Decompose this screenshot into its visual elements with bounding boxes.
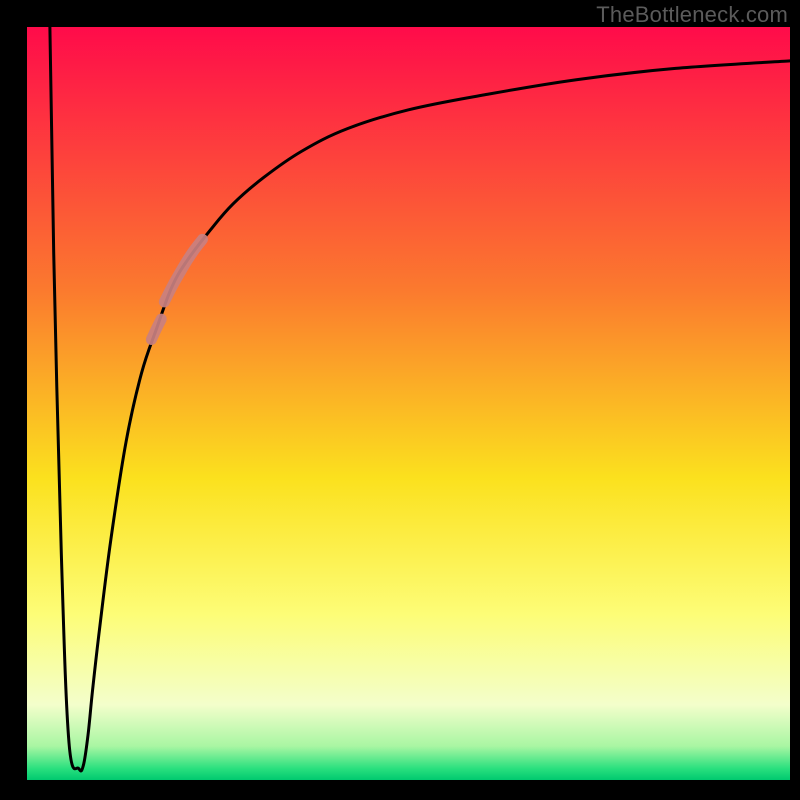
watermark-text: TheBottleneck.com bbox=[596, 2, 788, 28]
plot-background bbox=[27, 27, 790, 780]
bottleneck-chart bbox=[0, 0, 800, 800]
chart-container: TheBottleneck.com bbox=[0, 0, 800, 800]
